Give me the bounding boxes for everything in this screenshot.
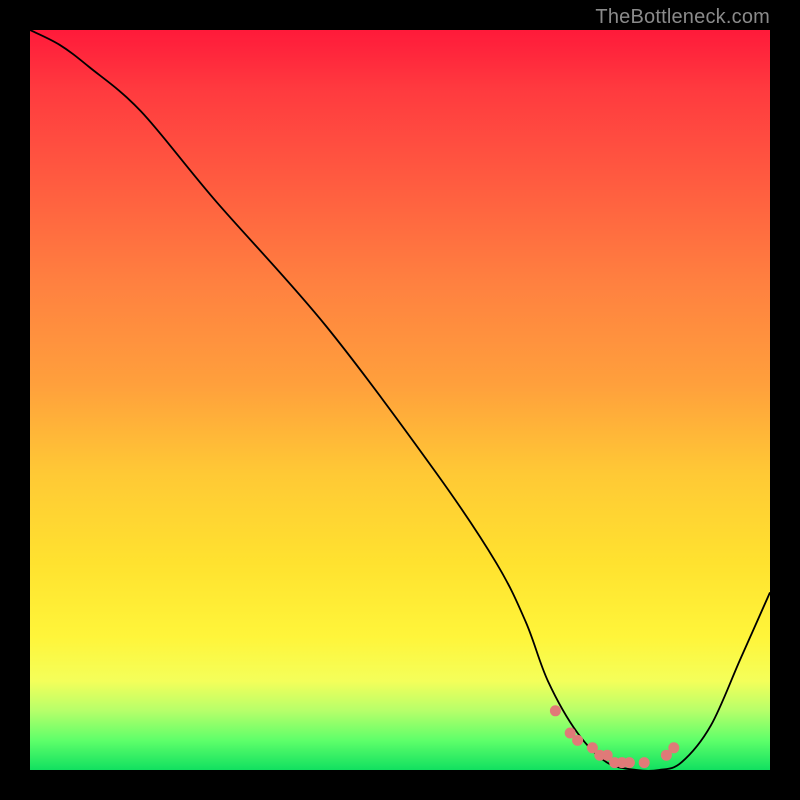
marker-dot	[550, 705, 561, 716]
marker-dot	[668, 742, 679, 753]
watermark-text: TheBottleneck.com	[595, 6, 770, 29]
marker-dot	[572, 735, 583, 746]
flat-region-markers	[550, 705, 679, 768]
chart-frame: TheBottleneck.com	[0, 0, 800, 800]
bottleneck-curve	[30, 30, 770, 770]
chart-svg	[30, 30, 770, 770]
curve-line	[30, 30, 770, 770]
plot-area	[30, 30, 770, 770]
marker-dot	[639, 757, 650, 768]
marker-dot	[624, 757, 635, 768]
